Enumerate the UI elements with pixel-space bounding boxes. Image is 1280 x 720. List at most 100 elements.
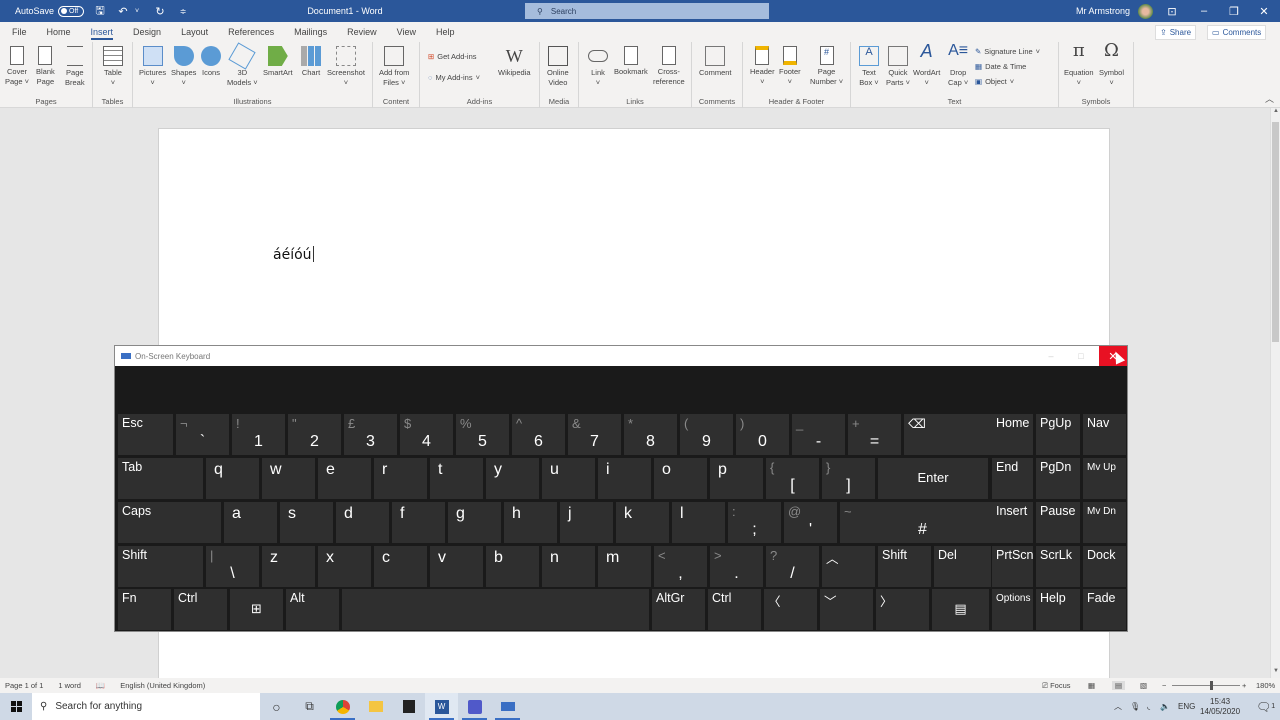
notifications-icon[interactable]: 🗨 1 <box>1256 693 1275 720</box>
word-icon[interactable]: W <box>425 693 458 720</box>
text-box-button[interactable]: A Text Box ˅ <box>859 46 879 88</box>
store-icon[interactable] <box>392 693 425 720</box>
chart-button[interactable]: Chart <box>301 46 321 78</box>
osk-maximize-icon[interactable]: □ <box>1067 346 1095 366</box>
tab-file[interactable]: File <box>12 22 27 42</box>
share-button[interactable]: ⇪ Share <box>1155 25 1197 40</box>
cross-reference-button[interactable]: Cross- reference <box>653 46 685 87</box>
tab-help[interactable]: Help <box>436 22 455 42</box>
key-period[interactable]: >. <box>710 546 763 587</box>
my-addins-button[interactable]: ◌ My Add-ins ˅ <box>428 73 480 82</box>
restore-icon[interactable]: ❐ <box>1219 0 1249 22</box>
tab-review[interactable]: Review <box>347 22 377 42</box>
customize-toolbar-icon[interactable]: ≑ <box>176 7 190 16</box>
key-scrlk[interactable]: ScrLk <box>1036 546 1080 587</box>
undo-dropdown-icon[interactable]: ˅ <box>130 8 144 15</box>
file-explorer-icon[interactable] <box>359 693 392 720</box>
key-3[interactable]: £3 <box>344 414 397 455</box>
add-from-files-button[interactable]: Add from Files ˅ <box>379 46 409 88</box>
on-screen-keyboard-icon[interactable] <box>491 693 524 720</box>
key-lctrl[interactable]: Ctrl <box>174 589 227 630</box>
smartart-button[interactable]: SmartArt <box>263 46 293 78</box>
blank-page-button[interactable]: Blank Page <box>36 46 55 87</box>
bookmark-button[interactable]: Bookmark <box>614 46 648 77</box>
vertical-scrollbar[interactable]: ▲ ▼ <box>1270 108 1280 678</box>
key-menu[interactable]: ▤ <box>932 589 989 630</box>
key-insert[interactable]: Insert <box>992 502 1033 543</box>
taskbar-search[interactable]: ⚲ Search for anything <box>32 693 260 720</box>
page-count[interactable]: Page 1 of 1 <box>5 681 43 690</box>
key-space[interactable] <box>342 589 649 630</box>
key-u[interactable]: u <box>542 458 595 499</box>
key-pgdn[interactable]: PgDn <box>1036 458 1080 499</box>
key-esc[interactable]: Esc <box>118 414 173 455</box>
key-pgup[interactable]: PgUp <box>1036 414 1080 455</box>
zoom-slider[interactable] <box>1172 681 1240 690</box>
volume-icon[interactable]: 🔈 <box>1160 693 1170 720</box>
teams-icon[interactable] <box>458 693 491 720</box>
input-language[interactable]: ENG <box>1178 693 1195 720</box>
key-2[interactable]: " 2 <box>288 414 341 455</box>
key-rctrl[interactable]: Ctrl <box>708 589 761 630</box>
key-down[interactable]: ﹀ <box>820 589 873 630</box>
key-t[interactable]: t <box>430 458 483 499</box>
close-icon[interactable]: ✕ <box>1249 0 1279 22</box>
key-left[interactable]: 〈 <box>764 589 817 630</box>
key-5[interactable]: % 5 <box>456 414 509 455</box>
key-e[interactable]: e <box>318 458 371 499</box>
zoom-level[interactable]: 180% <box>1256 681 1275 690</box>
footer-button[interactable]: Footer ˅ <box>779 46 801 87</box>
ribbon-display-options-icon[interactable]: ⊡ <box>1157 0 1187 22</box>
key-minus[interactable]: _ - <box>792 414 845 455</box>
object-button[interactable]: ▣ Object ˅ <box>975 77 1014 86</box>
equation-button[interactable]: π Equation ˅ <box>1064 42 1094 88</box>
tab-references[interactable]: References <box>228 22 274 42</box>
key-g[interactable]: g <box>448 502 501 543</box>
key-help[interactable]: Help <box>1036 589 1080 630</box>
chrome-icon[interactable] <box>326 693 359 720</box>
avatar[interactable] <box>1138 3 1154 19</box>
key-dock[interactable]: Dock <box>1083 546 1126 587</box>
print-layout-icon[interactable]: ▤ <box>1112 681 1126 690</box>
key-fn[interactable]: Fn <box>118 589 171 630</box>
key-a[interactable]: a <box>224 502 277 543</box>
scroll-up-icon[interactable]: ▲ <box>1271 108 1280 118</box>
minimize-icon[interactable]: – <box>1189 0 1219 22</box>
key-h[interactable]: h <box>504 502 557 543</box>
date-time-button[interactable]: ▦ Date & Time <box>975 62 1026 71</box>
key-d[interactable]: d <box>336 502 389 543</box>
focus-button[interactable]: ⎚ Focus <box>1042 681 1071 691</box>
redo-icon[interactable]: ↻ <box>153 5 167 18</box>
key-0[interactable]: ) 0 <box>736 414 789 455</box>
clock[interactable]: 15:43 14/05/2020 <box>1200 693 1240 720</box>
key-semicolon[interactable]: :; <box>728 502 781 543</box>
key-hash[interactable]: ~ # <box>840 502 1005 543</box>
tab-view[interactable]: View <box>397 22 416 42</box>
key-quote[interactable]: @ ' <box>784 502 837 543</box>
drop-cap-button[interactable]: A≡ Drop Cap ˅ <box>948 43 968 88</box>
osk-title-bar[interactable]: On-Screen Keyboard – □ ✕ <box>115 346 1127 366</box>
key-j[interactable]: j <box>560 502 613 543</box>
key-f[interactable]: f <box>392 502 445 543</box>
read-mode-icon[interactable]: ▦ <box>1088 681 1095 690</box>
show-hidden-icons[interactable]: ︿ <box>1114 693 1122 720</box>
wifi-icon[interactable]: ◟ <box>1147 693 1150 720</box>
task-view-icon[interactable]: ⧉ <box>293 693 326 720</box>
key-o[interactable]: o <box>654 458 707 499</box>
key-enter[interactable]: Enter <box>878 458 988 499</box>
proofing-icon[interactable]: 📖 <box>96 681 105 690</box>
key-l[interactable]: l <box>672 502 725 543</box>
scroll-down-icon[interactable]: ▼ <box>1271 668 1280 678</box>
key-r[interactable]: r <box>374 458 427 499</box>
page-number-button[interactable]: # Page Number ˅ <box>810 46 843 87</box>
key-s[interactable]: s <box>280 502 333 543</box>
symbol-button[interactable]: Ω Symbol ˅ <box>1099 42 1124 88</box>
wikipedia-button[interactable]: W Wikipedia <box>498 46 531 78</box>
start-button[interactable] <box>0 693 32 720</box>
key-fade[interactable]: Fade <box>1083 589 1126 630</box>
word-count[interactable]: 1 word <box>58 681 81 690</box>
key-equals[interactable]: + = <box>848 414 901 455</box>
table-button[interactable]: Table ˅ <box>103 46 123 88</box>
key-pause[interactable]: Pause <box>1036 502 1080 543</box>
quick-parts-button[interactable]: Quick Parts ˅ <box>886 46 910 88</box>
